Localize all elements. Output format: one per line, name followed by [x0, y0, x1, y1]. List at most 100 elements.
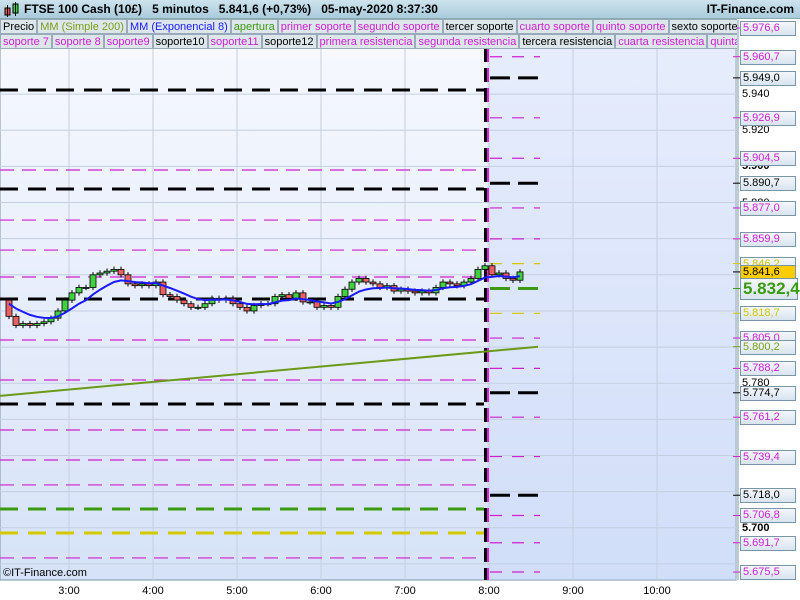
legend-item[interactable]: soporte11: [207, 34, 262, 49]
price-label: 5.818,7: [740, 306, 796, 322]
legend-row-1: Precio MM (Simple 200) MM (Exponencial 8) a…: [0, 19, 737, 34]
candle: [138, 283, 146, 287]
legend-item[interactable]: segunda resistencia: [415, 34, 520, 49]
candle: [439, 281, 447, 288]
chart-title: FTSE 100 Cash (10£) 5 minutos 5.841,6 (+…: [24, 2, 438, 16]
legend-item[interactable]: Precio: [0, 19, 38, 34]
legend-item[interactable]: quinto soporte: [592, 19, 669, 34]
legend-item[interactable]: sexto soporte: [668, 19, 737, 34]
price-label: 5.877,0: [740, 200, 796, 216]
candle: [369, 281, 377, 285]
price-label: 5.904,5: [740, 151, 796, 167]
candle: [467, 278, 475, 283]
candle: [180, 299, 188, 305]
candle: [306, 301, 314, 304]
site-name: IT-Finance.com: [706, 2, 794, 16]
title-bar: FTSE 100 Cash (10£) 5 minutos 5.841,6 (+…: [0, 0, 800, 19]
x-tick-label: 3:00: [58, 585, 80, 597]
legend-item[interactable]: cuarta resistencia: [615, 34, 708, 49]
candle: [173, 296, 181, 301]
candle: [411, 290, 419, 294]
price-chart[interactable]: [0, 0, 800, 600]
candle: [299, 292, 307, 303]
legend-row-2: soporte 7 soporte 8 soporte9 soporte10 sopor…: [0, 34, 737, 49]
x-tick-label: 9:00: [562, 585, 584, 597]
x-tick-label: 7:00: [394, 585, 416, 597]
price-label: 5.890,7: [740, 176, 796, 192]
x-tick-label: 6:00: [310, 585, 332, 597]
legend-item[interactable]: apertura: [230, 19, 278, 34]
legend-item[interactable]: quinta r: [707, 34, 737, 49]
legend-item[interactable]: segundo soporte: [354, 19, 443, 34]
candle: [96, 272, 104, 276]
price-label: 5.788,2: [740, 361, 796, 377]
price-label: 5.761,2: [740, 410, 796, 426]
legend-item[interactable]: primer soporte: [277, 19, 355, 34]
price-label: 5.739,4: [740, 449, 796, 465]
candle: [327, 305, 335, 308]
candle: [82, 287, 90, 289]
session-shade: [487, 48, 736, 580]
y-tick-label: 5.940: [742, 88, 770, 101]
candle: [117, 268, 125, 276]
candle: [285, 294, 293, 299]
price-label: 5.691,7: [740, 535, 796, 551]
price-label: 5.859,9: [740, 231, 796, 247]
candle: [362, 278, 370, 283]
candle: [348, 281, 356, 290]
price-label: 5.832,4: [740, 277, 800, 300]
legend-item[interactable]: MM (Simple 200): [37, 19, 127, 34]
candle: [5, 299, 13, 317]
price-label: 5.706,8: [740, 508, 796, 524]
candle: [236, 303, 244, 308]
candle: [40, 321, 48, 324]
legend-item[interactable]: soporte 8: [51, 34, 104, 49]
candle: [474, 268, 482, 279]
candle: [12, 315, 20, 326]
candle: [75, 287, 83, 294]
candle: [250, 305, 258, 312]
candle: [446, 281, 454, 285]
candle: [131, 283, 139, 287]
legend-item[interactable]: primera resistencia: [316, 34, 416, 49]
legend-item[interactable]: soporte 7: [0, 34, 52, 49]
price-label: 5.960,7: [740, 49, 796, 65]
candle: [194, 306, 202, 309]
price-label: 5.949,0: [740, 70, 796, 86]
x-tick-label: 4:00: [142, 585, 164, 597]
candle: [166, 294, 174, 297]
candle: [453, 283, 461, 287]
legend-item[interactable]: cuarto soporte: [516, 19, 593, 34]
candle: [61, 299, 69, 312]
price-label: 5.976,6: [740, 21, 796, 36]
candle: [488, 265, 496, 276]
candle: [19, 323, 27, 326]
candle: [89, 274, 97, 288]
price-label: 5.926,9: [740, 110, 796, 126]
legend-item[interactable]: soporte12: [261, 34, 317, 49]
y-tick-label: 5.920: [742, 124, 770, 137]
candle: [201, 303, 209, 308]
candle: [355, 278, 363, 283]
price-label: 5.675,5: [740, 565, 796, 581]
price-label: 5.718,0: [740, 488, 796, 504]
x-tick-label: 5:00: [226, 585, 248, 597]
candle: [509, 278, 517, 281]
legend-item[interactable]: MM (Exponencial 8): [126, 19, 231, 34]
legend-item[interactable]: tercera resistencia: [519, 34, 616, 49]
candle: [68, 292, 76, 301]
candle: [103, 270, 111, 274]
candle: [33, 323, 41, 326]
candle: [278, 294, 286, 297]
x-tick-label: 8:00: [478, 585, 500, 597]
candle: [495, 272, 503, 276]
price-label: 5.774,7: [740, 385, 796, 401]
candle: [292, 292, 300, 299]
candle: [320, 305, 328, 308]
legend-item[interactable]: tercer soporte: [442, 19, 517, 34]
copyright: ©IT-Finance.com: [3, 567, 87, 579]
candle: [243, 306, 251, 312]
price-label: 5.800,2: [740, 339, 796, 355]
legend-item[interactable]: soporte9: [103, 34, 153, 49]
legend-item[interactable]: soporte10: [152, 34, 208, 49]
